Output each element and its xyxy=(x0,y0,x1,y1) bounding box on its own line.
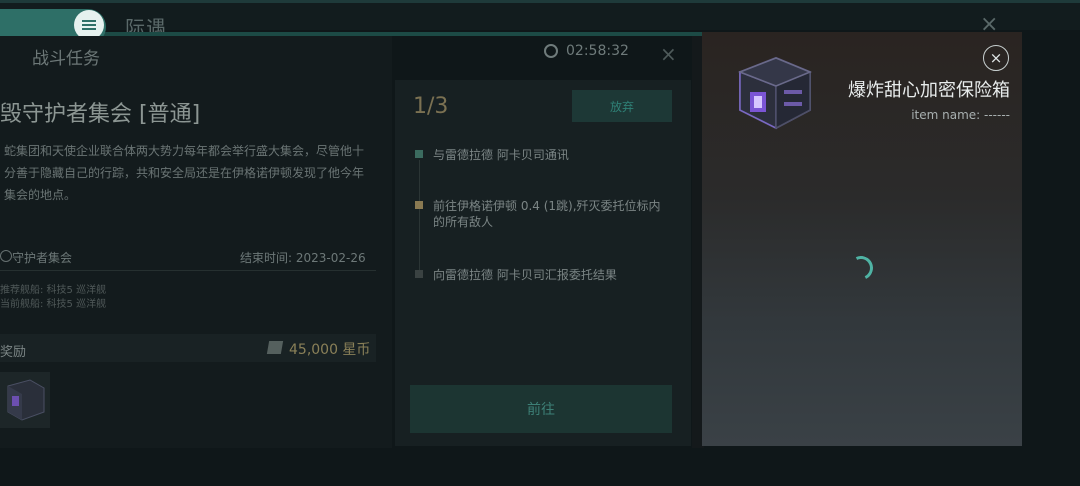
step-1-text: 与雷德拉德 阿卡贝司通讯 xyxy=(433,148,569,162)
reward-item-thumbnail[interactable] xyxy=(0,372,50,428)
step-connector xyxy=(419,160,420,276)
mission-description: 蛇集团和天使企业联合体两大势力每年都会举行盛大集会，尽管他十分善于隐藏自己的行踪… xyxy=(4,144,365,202)
current-ship: 当前舰船: 科技5 巡洋舰 xyxy=(0,299,107,310)
location-icon xyxy=(0,250,12,262)
clock-icon xyxy=(544,44,558,58)
step-marker-current xyxy=(415,201,423,209)
mission-timer: 02:58:32 xyxy=(566,43,629,59)
section-title: 战斗任务 xyxy=(32,49,100,69)
mission-end-time: 结束时间: 2023-02-26 xyxy=(240,251,366,265)
step-marker-done xyxy=(415,150,423,158)
item-subtitle: item name: ------ xyxy=(911,108,1010,122)
mission-location: 守护者集会 xyxy=(12,251,73,265)
panel-close-button[interactable]: × xyxy=(660,42,677,66)
step-marker-pending xyxy=(415,270,423,278)
reward-label: 奖励 xyxy=(0,345,27,360)
mission-progress: 1/3 xyxy=(413,94,449,119)
close-icon: × xyxy=(989,49,1003,67)
step-3-text: 向雷德拉德 阿卡贝司汇报委托结果 xyxy=(433,268,617,282)
recommended-ship: 推荐舰船: 科技5 巡洋舰 xyxy=(0,285,107,296)
step-2-text: 前往伊格诺伊顿 0.4 (1跳),歼灭委托位标内的所有敌人 xyxy=(433,199,661,229)
star-coin-icon xyxy=(266,341,284,354)
crate-icon xyxy=(7,379,45,421)
reward-amount: 45,000 星币 xyxy=(289,342,371,358)
item-title: 爆炸甜心加密保险箱 xyxy=(848,80,1010,101)
mission-title: 毁守护者集会 [普通] xyxy=(0,102,201,127)
go-button[interactable]: 前往 xyxy=(410,385,672,433)
popup-close-button[interactable]: × xyxy=(983,45,1009,71)
abandon-button[interactable]: 放弃 xyxy=(572,90,672,122)
divider xyxy=(0,270,376,271)
